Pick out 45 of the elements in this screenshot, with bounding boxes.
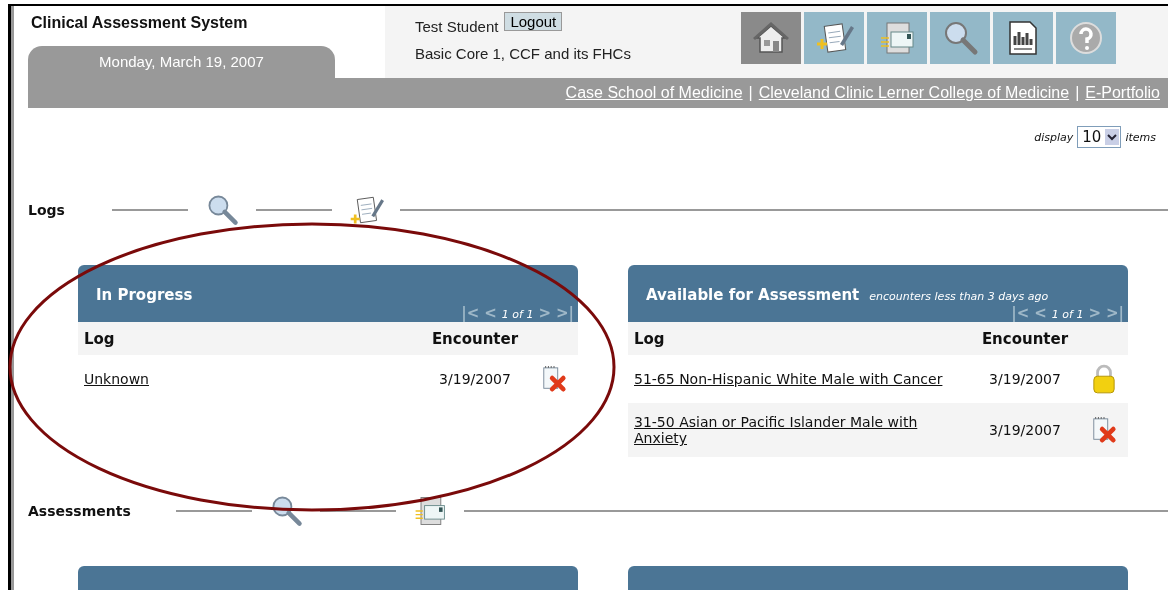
report-toolbar-button[interactable] bbox=[993, 12, 1053, 64]
column-header: Log bbox=[634, 329, 666, 348]
nav-link[interactable]: Cleveland Clinic Lerner College of Medicine bbox=[758, 84, 1070, 102]
padlock-icon bbox=[1092, 363, 1116, 395]
log-link[interactable]: 51-65 Non-Hispanic White Male with Cancer bbox=[634, 371, 943, 387]
previous-page-link[interactable]: < bbox=[1034, 304, 1047, 322]
delete-log-icon[interactable] bbox=[541, 365, 567, 393]
encounter-date: 3/19/2007 bbox=[988, 422, 1062, 438]
section-title: Assessments bbox=[28, 503, 132, 519]
app-title: Clinical Assessment System bbox=[30, 13, 249, 33]
panel-title: In Progress bbox=[96, 286, 193, 304]
delete-log-icon[interactable] bbox=[1091, 416, 1117, 444]
last-page-link[interactable]: >| bbox=[555, 304, 574, 322]
caret-icon bbox=[1105, 129, 1120, 145]
first-page-link[interactable]: |< bbox=[461, 304, 480, 322]
page-indicator: 1 of 1 bbox=[1051, 308, 1084, 321]
display-label: display bbox=[1034, 130, 1074, 144]
nav-link[interactable]: Case School of Medicine bbox=[565, 84, 743, 102]
panel-title: Available for Assessment bbox=[646, 286, 860, 304]
previous-page-link[interactable]: < bbox=[484, 304, 497, 322]
panel-subtitle: encounters less than 3 days ago bbox=[869, 290, 1049, 303]
home-toolbar-button[interactable] bbox=[741, 12, 801, 64]
column-header: Log bbox=[84, 329, 116, 348]
items-label: items bbox=[1125, 130, 1156, 144]
next-page-link[interactable]: > bbox=[538, 304, 551, 322]
column-header: Encounter bbox=[980, 329, 1070, 348]
encounter-date: 3/19/2007 bbox=[988, 371, 1062, 387]
user-name: Test Student bbox=[415, 18, 499, 35]
section-title: Logs bbox=[28, 202, 66, 218]
items-per-page-select[interactable]: 10 bbox=[1077, 126, 1122, 148]
log-link[interactable]: 31-50 Asian or Pacific Islander Male with Anxiety bbox=[634, 414, 944, 446]
column-header: Encounter bbox=[430, 329, 520, 348]
assessment-toolbar-button[interactable] bbox=[867, 12, 927, 64]
nav-link[interactable]: E-Portfolio bbox=[1085, 84, 1160, 102]
log-link[interactable]: Unknown bbox=[84, 371, 149, 387]
logout-button[interactable]: Logout bbox=[504, 12, 563, 31]
first-page-link[interactable]: |< bbox=[1011, 304, 1030, 322]
next-page-link[interactable]: > bbox=[1088, 304, 1101, 322]
link-separator: | bbox=[1075, 84, 1080, 102]
new-log-toolbar-button[interactable] bbox=[804, 12, 864, 64]
encounter-date: 3/19/2007 bbox=[438, 371, 512, 387]
course-name: Basic Core 1, CCF and its FHCs bbox=[415, 45, 632, 62]
page-indicator: 1 of 1 bbox=[501, 308, 534, 321]
link-separator: | bbox=[748, 84, 753, 102]
last-page-link[interactable]: >| bbox=[1105, 304, 1124, 322]
